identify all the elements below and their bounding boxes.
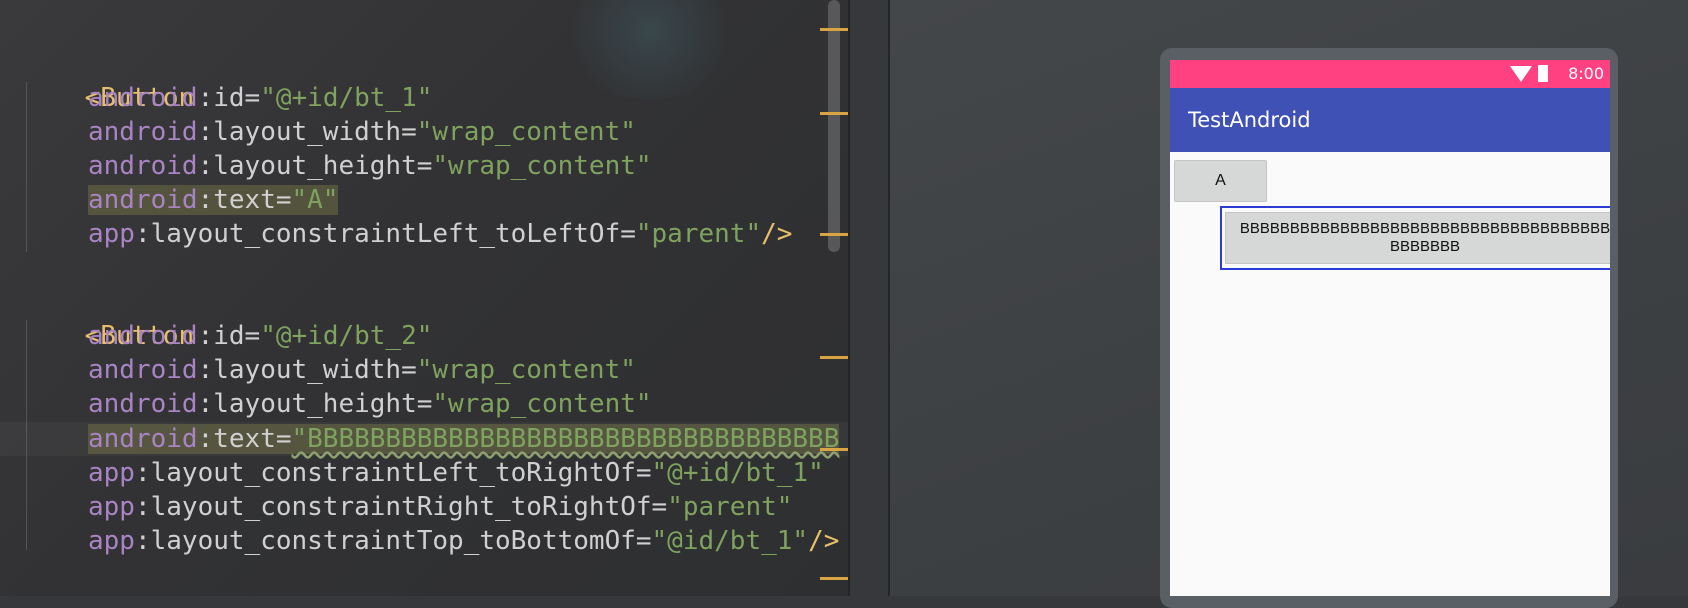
scroll-marker[interactable] (820, 577, 848, 580)
xml-value: "A" (291, 185, 339, 215)
code-line[interactable]: <Button (22, 47, 195, 113)
xml-value: "@id/bt_1" (651, 526, 809, 556)
code-line[interactable]: android:text="A" (88, 183, 339, 217)
app-bar: TestAndroid (1170, 88, 1610, 152)
xml-namespace: app (88, 458, 135, 488)
xml-attribute: :layout_height= (197, 389, 433, 419)
xml-close-tag: /> (808, 526, 840, 556)
xml-attribute: :layout_width= (197, 355, 417, 385)
xml-attribute: :layout_width= (197, 117, 417, 147)
scroll-marker[interactable] (820, 356, 848, 359)
editor-scrollbar-thumb[interactable] (828, 0, 840, 252)
xml-namespace: android (88, 117, 198, 147)
code-line[interactable]: app:layout_constraintRight_toRightOf="pa… (88, 490, 792, 524)
xml-namespace: android (88, 185, 198, 215)
code-line[interactable]: app:layout_constraintLeft_toRightOf="@+i… (88, 456, 824, 490)
xml-value: "parent" (635, 219, 762, 249)
xml-close-tag: /> (761, 219, 793, 249)
app-title: TestAndroid (1188, 108, 1311, 132)
xml-attribute: :layout_height= (197, 151, 433, 181)
xml-namespace: app (88, 219, 135, 249)
scroll-marker[interactable] (820, 233, 848, 236)
xml-attribute: :layout_constraintTop_toBottomOf= (134, 526, 652, 556)
code-line[interactable]: android:layout_width="wrap_content" (88, 115, 636, 149)
code-line[interactable]: android:layout_height="wrap_content" (88, 387, 652, 421)
scroll-marker[interactable] (820, 112, 848, 115)
xml-value: "@+id/bt_1" (260, 83, 433, 113)
xml-namespace: android (88, 151, 198, 181)
button-a[interactable]: A (1174, 160, 1267, 202)
xml-namespace: android (88, 83, 198, 113)
xml-attribute: :layout_constraintLeft_toRightOf= (134, 458, 652, 488)
status-bar: 8:00 (1170, 60, 1610, 88)
xml-attribute: :id= (197, 83, 261, 113)
xml-attribute: :text= (197, 185, 292, 215)
xml-value: "BBBBBBBBBBBBBBBBBBBBBBBBBBBBBBBBBB (291, 424, 840, 454)
pane-divider[interactable] (848, 0, 850, 596)
scroll-marker[interactable] (820, 448, 848, 451)
xml-value: "parent" (667, 492, 793, 522)
xml-namespace: android (88, 321, 198, 351)
code-line[interactable]: android:id="@+id/bt_2" (88, 319, 432, 353)
xml-namespace: android (88, 389, 198, 419)
code-line[interactable]: app:layout_constraintTop_toBottomOf="@id… (88, 524, 839, 558)
xml-value: "@+id/bt_2" (260, 321, 433, 351)
xml-attribute: :text= (197, 424, 292, 454)
xml-value: "wrap_content" (432, 389, 652, 419)
xml-attribute: :id= (197, 321, 261, 351)
xml-value: "wrap_content" (416, 117, 636, 147)
code-line[interactable]: android:layout_width="wrap_content" (88, 353, 636, 387)
code-line[interactable]: android:text="BBBBBBBBBBBBBBBBBBBBBBBBBB… (88, 422, 840, 456)
battery-icon (1538, 65, 1548, 82)
xml-attribute: :layout_constraintLeft_toLeftOf= (134, 219, 636, 249)
device-screen: 8:00 TestAndroid A BBBBBBBBBBBBBBBBBBBBB… (1170, 60, 1610, 596)
xml-attribute: :layout_constraintRight_toRightOf= (134, 492, 668, 522)
code-line[interactable]: app:layout_constraintLeft_toLeftOf="pare… (88, 217, 792, 251)
xml-namespace: app (88, 526, 135, 556)
wifi-icon (1510, 66, 1532, 82)
status-time: 8:00 (1568, 64, 1604, 83)
selection-frame[interactable] (1220, 206, 1610, 270)
xml-value: "wrap_content" (416, 355, 636, 385)
xml-namespace: android (88, 355, 198, 385)
code-editor[interactable]: <Button android:id="@+id/bt_1" android:l… (0, 0, 848, 596)
scroll-marker[interactable] (820, 28, 848, 31)
code-line[interactable]: <Button (22, 285, 195, 351)
xml-namespace: app (88, 492, 135, 522)
xml-value: "wrap_content" (432, 151, 652, 181)
xml-namespace: android (88, 424, 198, 454)
code-line[interactable]: android:id="@+id/bt_1" (88, 81, 432, 115)
button-a-label: A (1215, 172, 1226, 189)
xml-value: "@+id/bt_1" (651, 458, 824, 488)
code-line[interactable]: android:layout_height="wrap_content" (88, 149, 652, 183)
